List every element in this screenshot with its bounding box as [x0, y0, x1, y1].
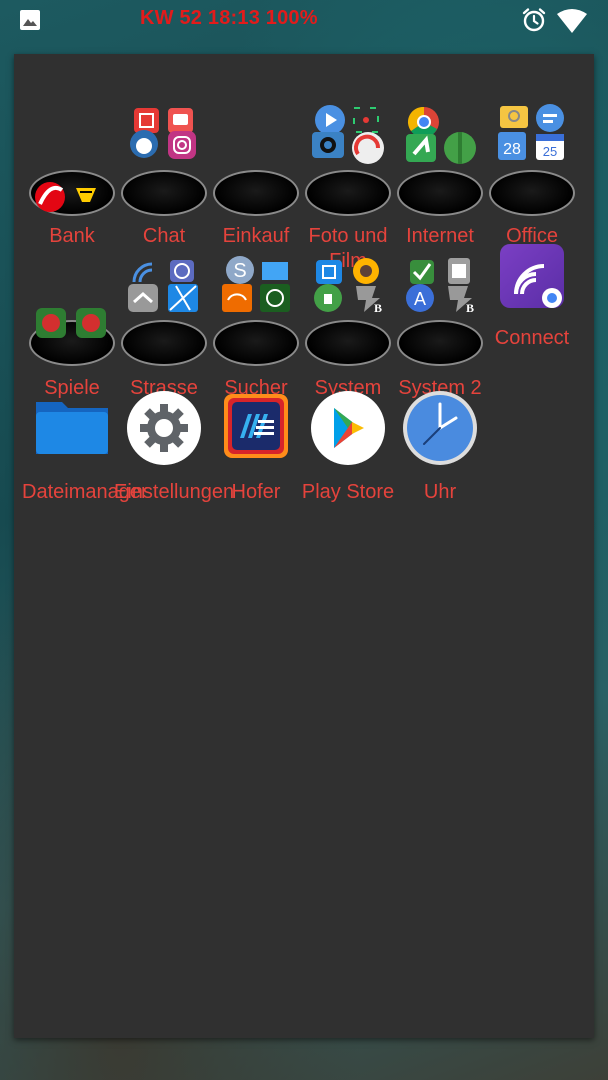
app-einstellungen[interactable]: Einstellungen: [114, 384, 234, 524]
alarm-icon: [522, 8, 546, 32]
spiele-folder-icon: [36, 308, 106, 338]
status-bar: KW 52 18:13 100%: [0, 0, 608, 40]
app-label: Connect: [494, 327, 570, 349]
svg-text:25: 25: [543, 144, 557, 159]
svg-text:B: B: [466, 301, 474, 315]
bank-folder-icon: [35, 182, 96, 212]
status-text: KW 52 18:13 100%: [140, 7, 318, 29]
folder-office[interactable]: 28 25 Office: [486, 104, 578, 247]
chat-folder-icon: [130, 108, 196, 159]
svg-text:A: A: [414, 289, 426, 309]
folder-system2[interactable]: A B System 2: [394, 254, 486, 399]
app-label: Hofer: [231, 481, 281, 503]
folder-icon: [36, 402, 108, 454]
office-folder-icon: 28 25: [498, 104, 564, 160]
folder-internet[interactable]: Internet: [394, 104, 486, 247]
settings-gear-icon: [127, 391, 201, 465]
play-store-icon: [311, 391, 385, 465]
system-folder-icon: B: [314, 258, 382, 315]
hofer-logo-icon: [224, 394, 288, 458]
clock-icon: [403, 391, 477, 465]
app-label: Dateimanager: [22, 481, 148, 503]
app-connect[interactable]: Connect: [486, 244, 578, 394]
app-grid: Bank Chat Einkauf Foto und Film Internet…: [14, 54, 594, 1038]
sucher-folder-icon: S: [222, 256, 290, 312]
app-label: Einstellungen: [114, 481, 235, 503]
app-hofer[interactable]: Hofer: [210, 384, 302, 524]
folder-foto[interactable]: Foto und Film: [302, 104, 394, 272]
wifi-icon: [557, 9, 587, 33]
connect-icon: [500, 244, 564, 308]
app-label: Uhr: [423, 481, 457, 503]
internet-folder-icon: [406, 106, 476, 164]
folder-system[interactable]: B System: [302, 254, 394, 399]
svg-text:28: 28: [503, 141, 521, 158]
app-dateimanager[interactable]: Dateimanager: [22, 384, 148, 524]
app-label: Internet: [406, 225, 474, 247]
system2-folder-icon: A B: [406, 258, 474, 315]
image-icon: [20, 10, 40, 30]
app-label: Bank: [49, 225, 95, 247]
foto-folder-icon: [312, 105, 384, 164]
app-drawer: Bank Chat Einkauf Foto und Film Internet…: [14, 54, 594, 1038]
folder-bank[interactable]: Bank: [26, 104, 118, 247]
app-uhr[interactable]: Uhr: [394, 384, 486, 524]
folder-einkauf[interactable]: Einkauf: [210, 104, 302, 247]
svg-text:B: B: [374, 301, 382, 315]
strasse-folder-icon: [128, 260, 198, 312]
folder-spiele[interactable]: Spiele: [26, 254, 118, 399]
folder-background: [213, 170, 299, 216]
folder-sucher[interactable]: S Sucher: [210, 254, 302, 399]
folder-chat[interactable]: Chat: [118, 104, 210, 247]
svg-text:S: S: [233, 260, 246, 282]
app-label: Einkauf: [222, 225, 290, 247]
app-label: Chat: [142, 225, 186, 247]
app-label: Play Store: [301, 481, 395, 503]
app-playstore[interactable]: Play Store: [302, 384, 394, 524]
folder-strasse[interactable]: Strasse: [118, 254, 210, 399]
